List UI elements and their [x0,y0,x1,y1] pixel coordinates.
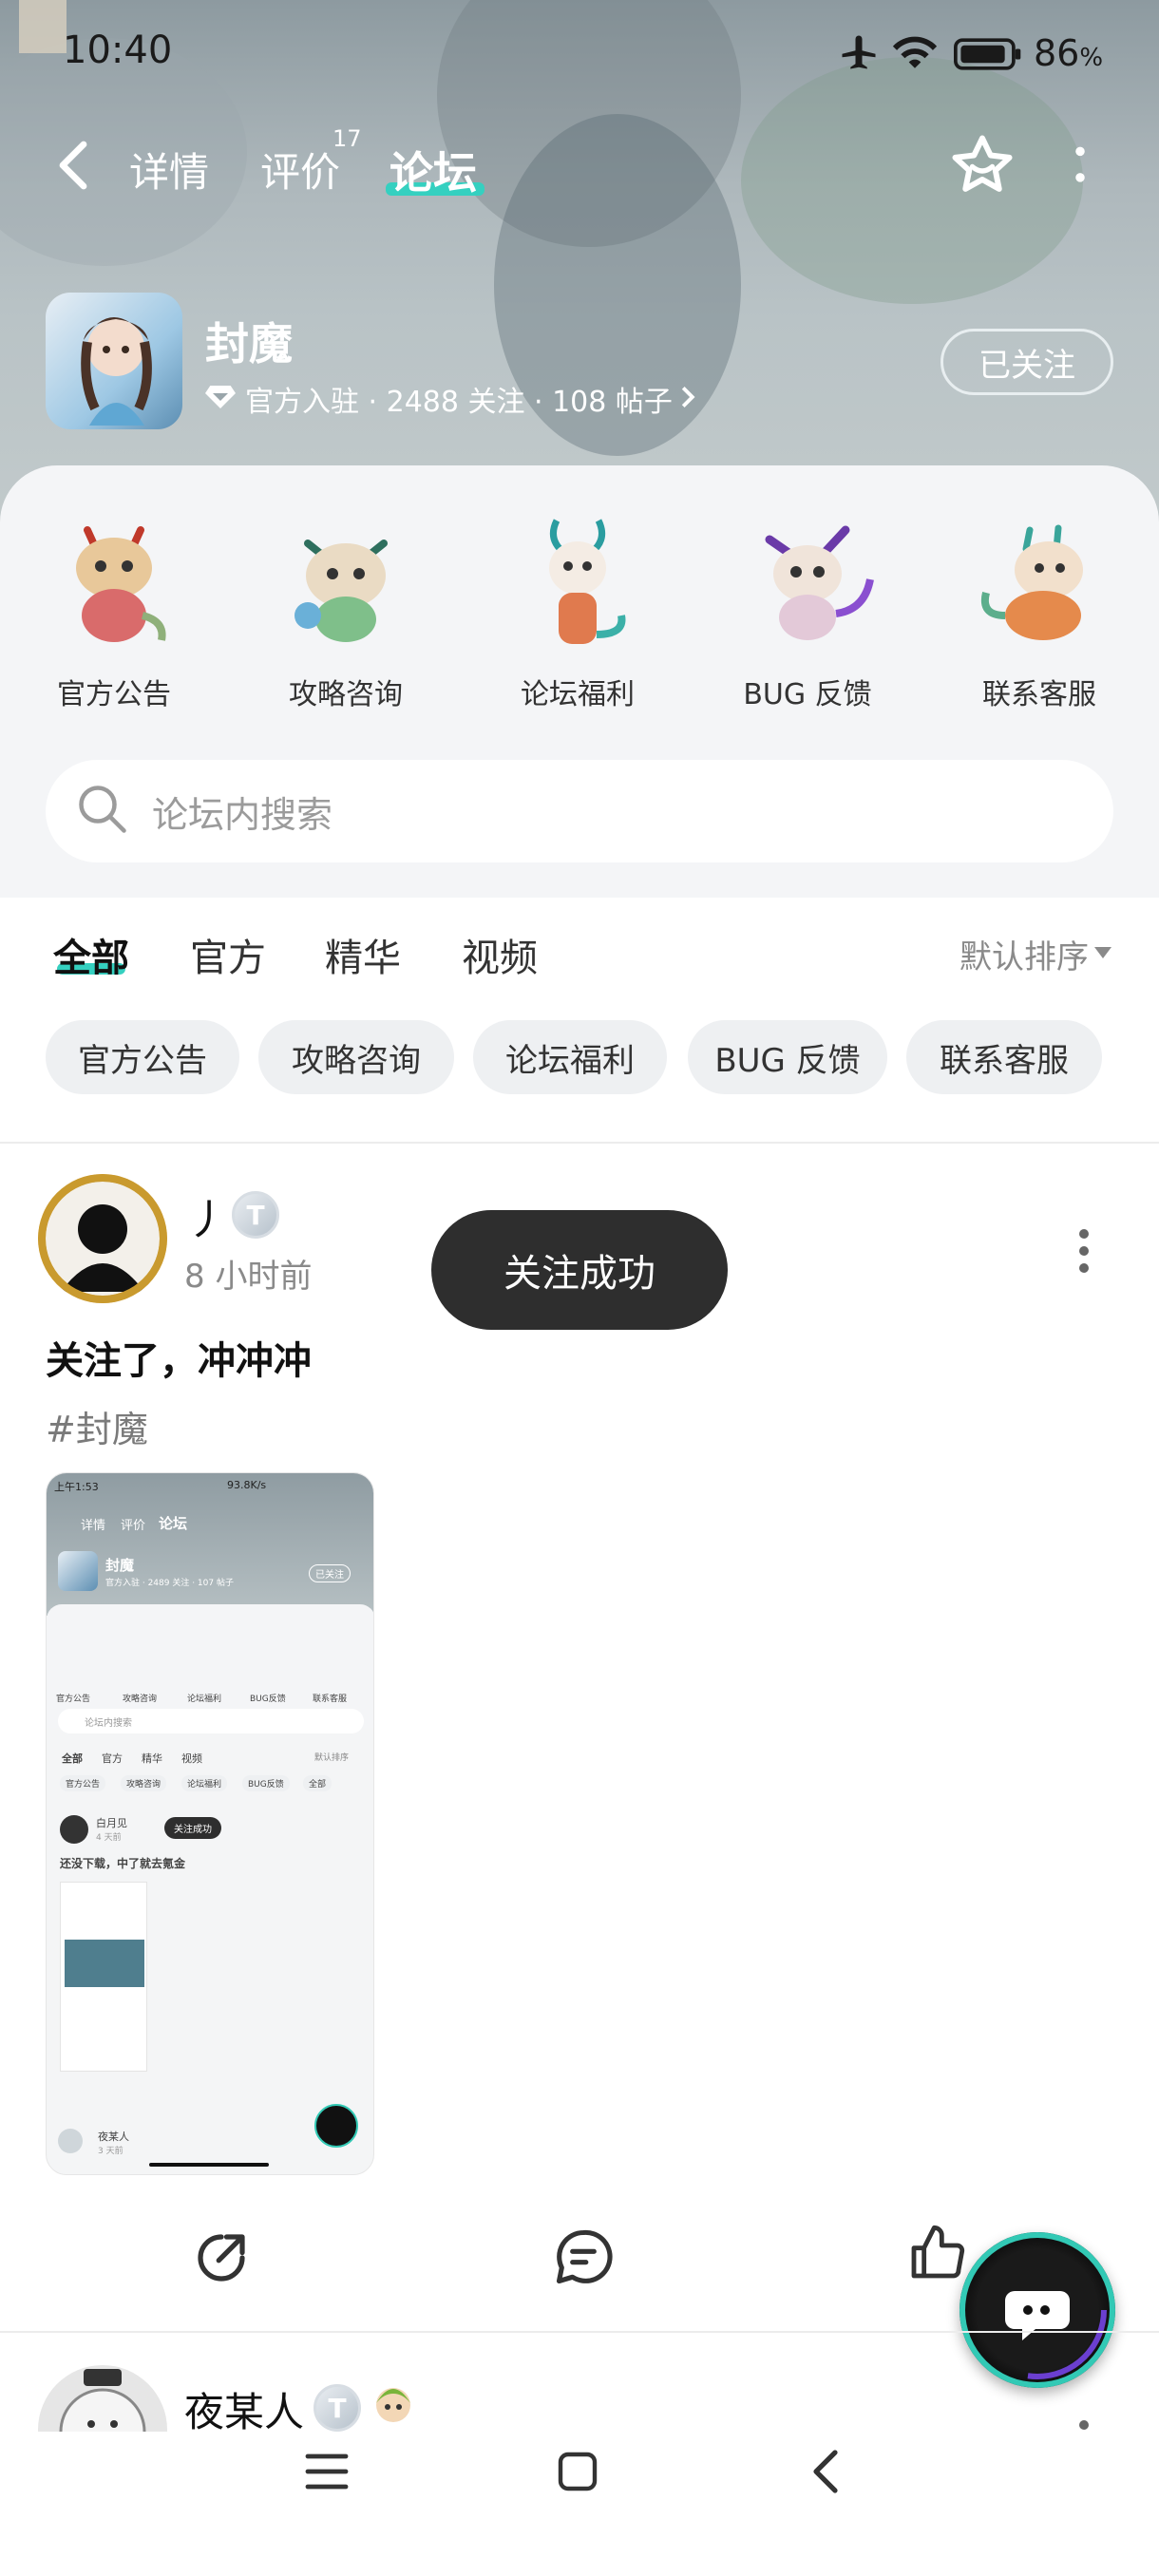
category-bug-report[interactable]: BUG 反馈 [712,502,902,712]
post-author-avatar[interactable] [38,1174,167,1303]
chip-strategy[interactable]: 攻略咨询 [258,1020,454,1094]
favorite-star-icon[interactable] [948,131,1016,203]
back-icon[interactable] [55,139,93,196]
chat-fab-button[interactable] [960,2232,1115,2388]
dragon-mascot-green-icon [270,502,422,653]
post-tag[interactable]: #封魔 [46,1400,148,1452]
battery-level: 86% [1034,32,1104,74]
nav-back-icon[interactable] [809,2447,842,2500]
chip-official-notice[interactable]: 官方公告 [46,1020,239,1094]
tab-details[interactable]: 详情 [129,141,209,199]
tab-forum[interactable]: 论坛 [390,139,477,201]
game-logo[interactable] [46,293,182,429]
dragon-mascot-purple-icon [732,502,884,653]
menu-icon[interactable] [304,2451,350,2496]
filter-tab-all[interactable]: 全部 [53,927,129,982]
tab-reviews[interactable]: 评价 [260,141,340,199]
post2-level-badge-icon: T [314,2384,361,2432]
category-customer-service[interactable]: 联系客服 [944,502,1134,712]
caret-down-icon [1094,945,1112,963]
like-thumb-icon[interactable] [906,2223,967,2287]
thumb-game-logo [58,1551,98,1591]
post-divider [0,2331,1159,2333]
post2-author-avatar[interactable] [38,2365,167,2437]
post-more-icon[interactable] [1079,1229,1089,1280]
dragon-mascot-red-icon [38,502,190,653]
filter-tab-video[interactable]: 视频 [462,927,538,982]
filter-tab-featured[interactable]: 精华 [325,927,401,982]
game-title: 封魔 [205,318,293,369]
post2-author-name[interactable]: 夜某人 [184,2380,304,2438]
game-meta[interactable]: 官方入驻 · 2488 关注 · 108 帖子 [205,378,695,420]
system-navigation-bar [0,2432,1159,2576]
battery-icon [954,38,1024,74]
chip-bug-report[interactable]: BUG 反馈 [688,1020,887,1094]
home-icon[interactable] [555,2449,600,2498]
post-image[interactable]: 上午1:53 93.8K/s 详情 评价 论坛 封魔 官方入驻 · 2489 关… [46,1472,374,2175]
user-level-badge-icon: T [232,1191,279,1239]
follow-button[interactable]: 已关注 [940,329,1113,395]
filter-tab-official[interactable]: 官方 [190,927,266,982]
share-icon[interactable] [190,2226,253,2293]
chevron-right-icon [680,385,695,413]
dragon-mascot-orange-icon [963,502,1115,653]
post2-avatar-badge-icon [369,2378,418,2432]
status-time: 10:40 [63,28,173,72]
comment-icon[interactable] [551,2225,616,2293]
thumb-header [47,1473,373,1616]
airplane-icon [836,32,882,76]
dragon-mascot-white-icon [502,502,654,653]
post-time: 8 小时前 [184,1258,313,1296]
wifi-icon [889,32,940,76]
header-background [0,0,1159,532]
toast-message: 关注成功 [431,1210,728,1330]
verified-diamond-icon [205,384,236,414]
reviews-count-badge: 17 [332,125,362,152]
sort-dropdown[interactable]: 默认排序 [960,931,1112,977]
category-official-notice[interactable]: 官方公告 [19,502,209,712]
section-divider [0,1142,1159,1144]
chip-welfare[interactable]: 论坛福利 [473,1020,667,1094]
more-menu-icon[interactable] [1072,144,1089,190]
chip-customer-service[interactable]: 联系客服 [906,1020,1102,1094]
category-strategy[interactable]: 攻略咨询 [251,502,441,712]
post-author-name[interactable]: 丿 [186,1185,228,1246]
forum-search-input[interactable]: 论坛内搜索 [46,760,1113,862]
search-icon [74,781,131,842]
post-title[interactable]: 关注了，冲冲冲 [46,1330,312,1385]
category-welfare[interactable]: 论坛福利 [483,502,673,712]
